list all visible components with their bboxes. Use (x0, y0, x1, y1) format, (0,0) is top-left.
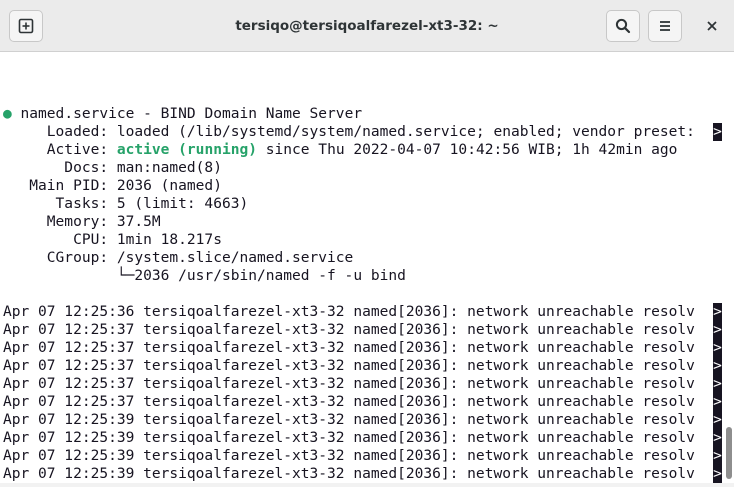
service-line: ● named.service - BIND Domain Name Serve… (3, 105, 362, 123)
line-overflow-marker: > (713, 123, 722, 141)
active-since-text: since Thu 2022-04-07 10:42:56 WIB; 1h 42… (257, 141, 678, 158)
close-icon (707, 21, 717, 31)
terminal-window: tersiqo@tersiqoalfarezel-xt3-32: ~ ● nam… (0, 0, 734, 487)
log-line: Apr 07 12:25:39 tersiqoalfarezel-xt3-32 … (3, 411, 695, 428)
search-button[interactable] (606, 10, 640, 42)
log-line: Apr 07 12:25:37 tersiqoalfarezel-xt3-32 … (3, 375, 695, 392)
line-overflow-marker: > (713, 429, 722, 447)
loaded-line: Loaded: loaded (/lib/systemd/system/name… (3, 123, 695, 140)
bottom-edge (0, 483, 734, 487)
menu-button[interactable] (648, 10, 682, 42)
cgroup-child-line: └─2036 /usr/sbin/named -f -u bind (3, 267, 406, 284)
line-overflow-marker: > (713, 375, 722, 393)
cgroup-line: CGroup: /system.slice/named.service (3, 249, 354, 266)
line-overflow-marker: > (713, 393, 722, 411)
log-line: Apr 07 12:25:37 tersiqoalfarezel-xt3-32 … (3, 393, 695, 410)
line-overflow-marker: > (713, 411, 722, 429)
line-overflow-marker: > (713, 447, 722, 465)
line-overflow-marker: > (713, 321, 722, 339)
line-overflow-marker: > (713, 465, 722, 483)
new-tab-button[interactable] (9, 10, 43, 42)
main-pid-line: Main PID: 2036 (named) (3, 177, 222, 194)
active-state-badge: active (running) (116, 141, 257, 158)
close-button[interactable] (695, 10, 729, 42)
line-overflow-marker: > (713, 339, 722, 357)
scrollbar-thumb[interactable] (726, 427, 732, 479)
header-bar: tersiqo@tersiqoalfarezel-xt3-32: ~ (0, 0, 734, 52)
log-line: Apr 07 12:25:37 tersiqoalfarezel-xt3-32 … (3, 357, 695, 374)
search-icon (615, 18, 631, 34)
vertical-scrollbar[interactable] (722, 52, 734, 487)
line-overflow-marker: > (713, 303, 722, 321)
log-line: Apr 07 12:25:37 tersiqoalfarezel-xt3-32 … (3, 339, 695, 356)
active-label: Active: (3, 141, 117, 158)
line-overflow-marker: > (713, 357, 722, 375)
cpu-line: CPU: 1min 18.217s (3, 231, 222, 248)
memory-line: Memory: 37.5M (3, 213, 161, 230)
hamburger-menu-icon (660, 21, 670, 31)
log-line: Apr 07 12:25:36 tersiqoalfarezel-xt3-32 … (3, 303, 695, 320)
terminal-output[interactable]: ● named.service - BIND Domain Name Serve… (0, 52, 734, 487)
docs-line: Docs: man:named(8) (3, 159, 222, 176)
active-line: Active: active (running) since Thu 2022-… (3, 141, 678, 159)
log-line: Apr 07 12:25:39 tersiqoalfarezel-xt3-32 … (3, 465, 695, 482)
new-tab-icon (18, 18, 34, 34)
status-bullet-icon: ● (3, 105, 12, 122)
tasks-line: Tasks: 5 (limit: 4663) (3, 195, 249, 212)
log-line: Apr 07 12:25:39 tersiqoalfarezel-xt3-32 … (3, 429, 695, 446)
log-line: Apr 07 12:25:37 tersiqoalfarezel-xt3-32 … (3, 321, 695, 338)
log-line: Apr 07 12:25:39 tersiqoalfarezel-xt3-32 … (3, 447, 695, 464)
service-name-text: named.service - BIND Domain Name Server (11, 105, 363, 122)
